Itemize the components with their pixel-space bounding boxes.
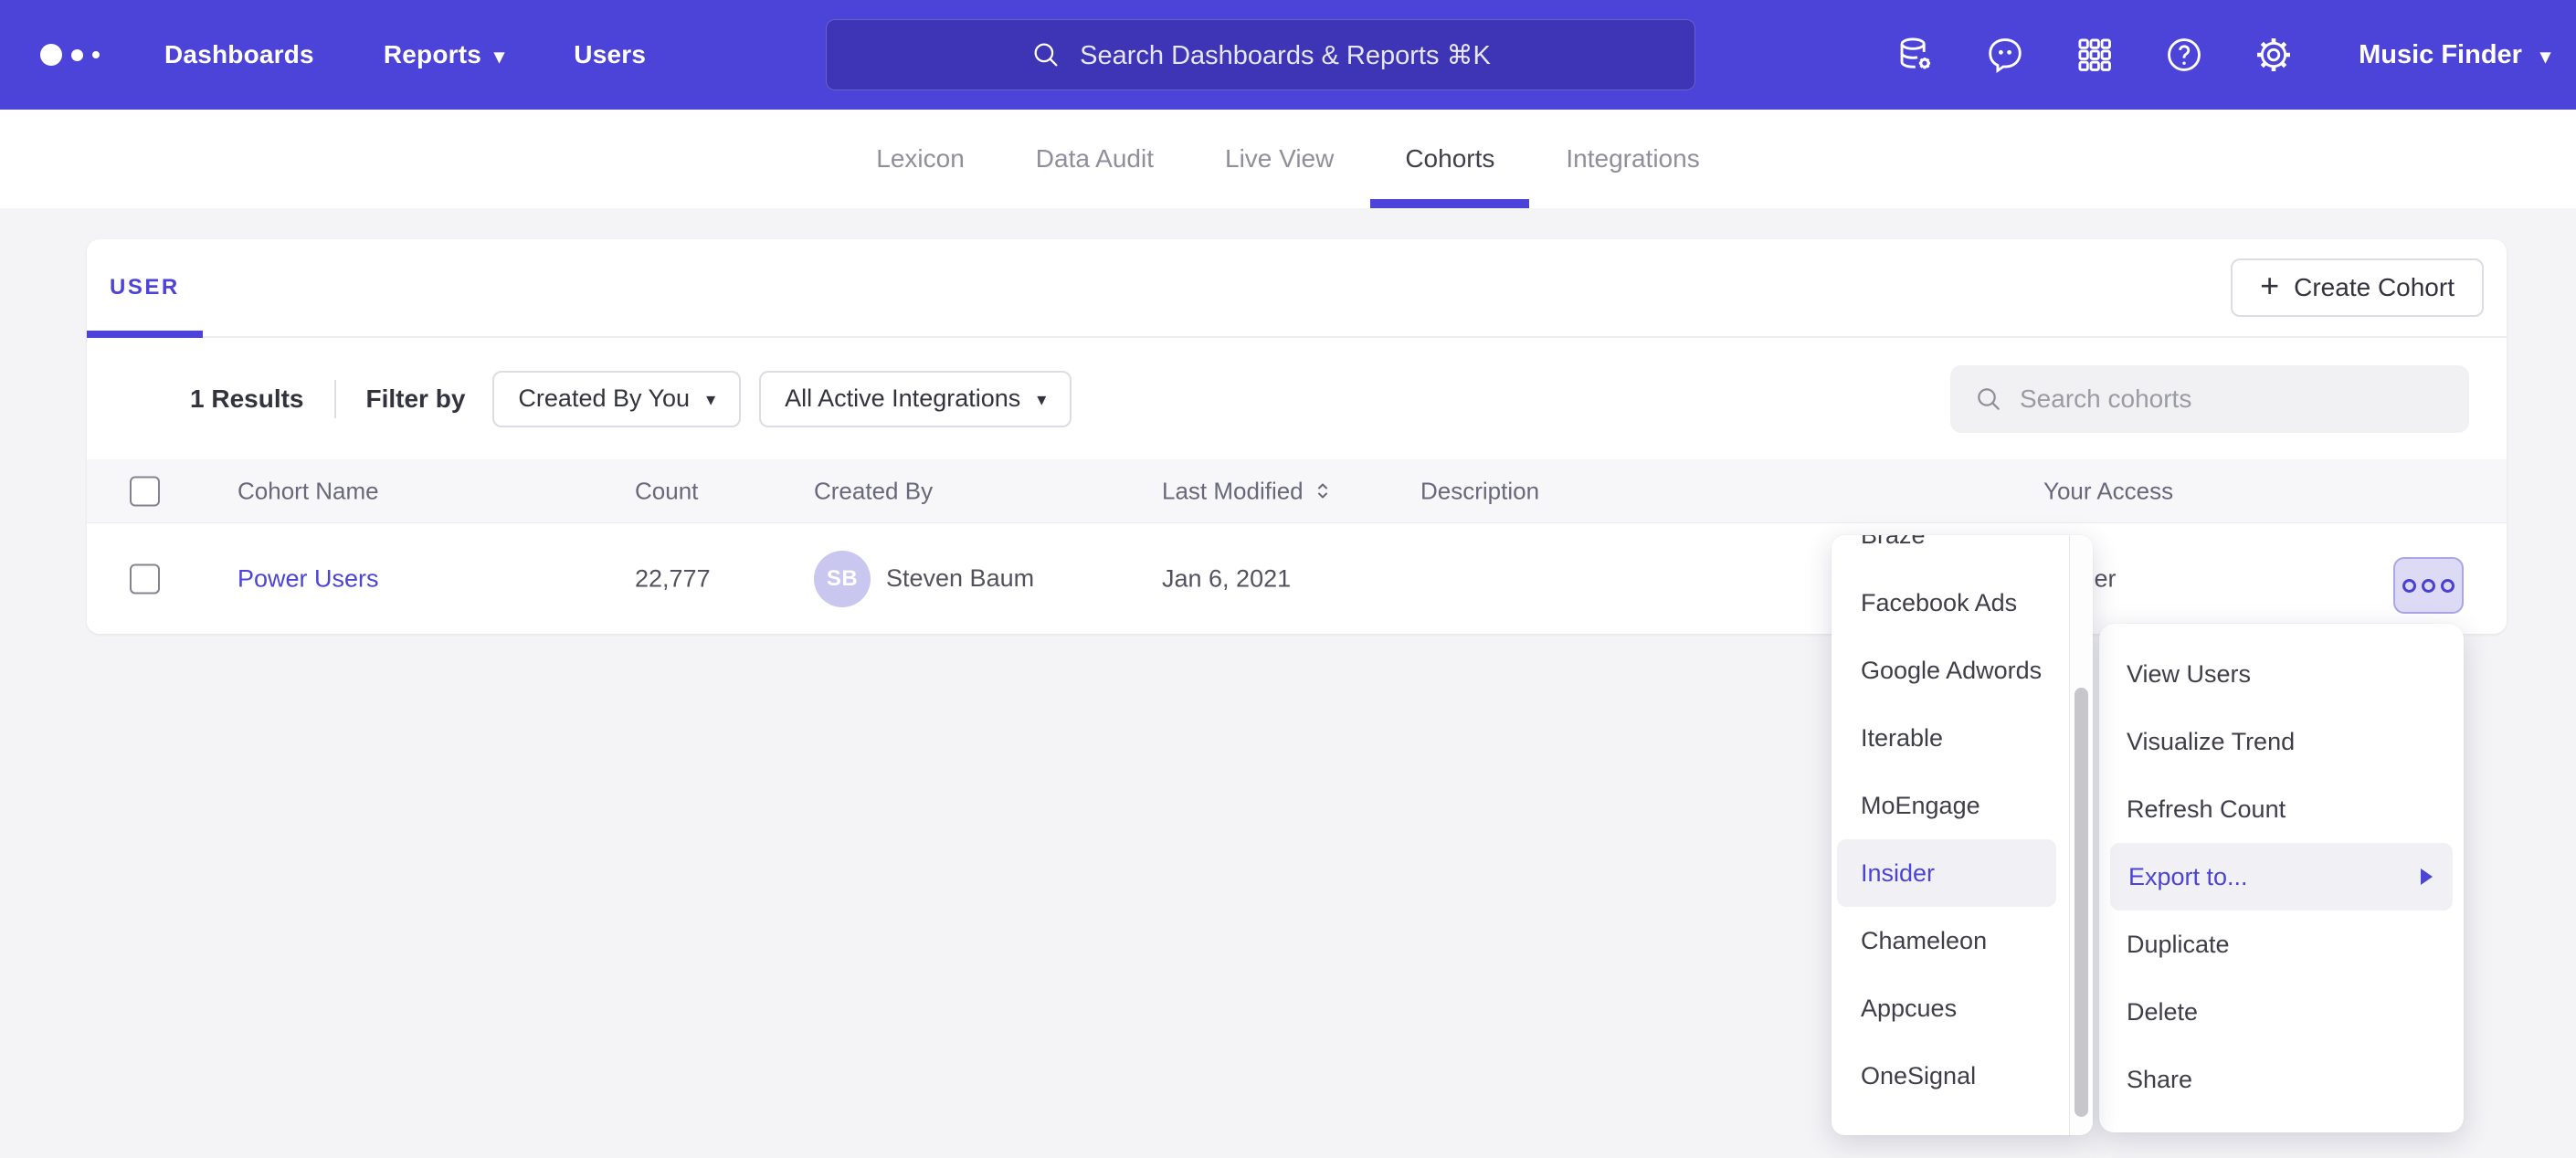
tab-user-cohorts[interactable]: USER	[87, 239, 203, 336]
row-checkbox[interactable]	[130, 563, 160, 594]
primary-nav: Dashboards Reports ▾ Users	[164, 40, 646, 69]
menu-item-onesignal[interactable]: OneSignal	[1832, 1042, 2069, 1110]
created-by-name: Steven Baum	[886, 564, 1034, 593]
chevron-down-icon: ▾	[706, 391, 715, 409]
nav-users[interactable]: Users	[574, 40, 646, 69]
cohort-type-tabs: USER + Create Cohort	[87, 239, 2507, 338]
chevron-down-icon: ▾	[2540, 47, 2550, 67]
plus-icon: +	[2260, 267, 2279, 305]
scrollbar-track	[2069, 535, 2093, 1135]
menu-item-delete[interactable]: Delete	[2099, 978, 2464, 1046]
cohort-count: 22,777	[635, 564, 711, 593]
divider	[334, 380, 336, 418]
tab-live-view[interactable]: Live View	[1225, 110, 1334, 208]
export-destinations-menu: Braze Facebook Ads Google Adwords Iterab…	[1832, 535, 2093, 1135]
menu-item-export-to[interactable]: Export to...	[2110, 843, 2453, 911]
column-last-modified[interactable]: Last Modified	[1162, 477, 1333, 505]
nav-reports-label: Reports	[384, 40, 481, 69]
column-count[interactable]: Count	[635, 477, 698, 505]
cohorts-card: USER + Create Cohort 1 Results Filter by…	[87, 239, 2507, 634]
chevron-down-icon: ▾	[1037, 391, 1046, 409]
column-cohort-name[interactable]: Cohort Name	[238, 477, 379, 505]
select-all-checkbox[interactable]	[130, 476, 160, 506]
export-destinations-list: Braze Facebook Ads Google Adwords Iterab…	[1832, 535, 2069, 1135]
project-tabs: Lexicon Data Audit Live View Cohorts Int…	[0, 110, 2576, 208]
search-cohorts-input[interactable]: Search cohorts	[1950, 365, 2469, 433]
avatar: SB	[814, 551, 871, 607]
filter-toolbar: 1 Results Filter by Created By You ▾ All…	[87, 338, 2507, 459]
created-by-filter-dropdown[interactable]: Created By You ▾	[492, 371, 741, 427]
top-nav-bar: Dashboards Reports ▾ Users Search Dashbo…	[0, 0, 2576, 110]
tab-cohorts[interactable]: Cohorts	[1405, 110, 1494, 208]
tab-integrations[interactable]: Integrations	[1566, 110, 1699, 208]
integrations-filter-value: All Active Integrations	[785, 384, 1020, 413]
export-to-label: Export to...	[2128, 863, 2248, 891]
filter-by-label: Filter by	[366, 384, 466, 414]
data-management-icon[interactable]	[1895, 34, 1937, 76]
row-more-actions-button[interactable]	[2393, 557, 2464, 614]
table-header: Cohort Name Count Created By Last Modifi…	[87, 459, 2507, 523]
cohort-actions-menu: View Users Visualize Trend Refresh Count…	[2099, 624, 2464, 1132]
menu-item-moengage[interactable]: MoEngage	[1832, 772, 2069, 839]
app: Dashboards Reports ▾ Users Search Dashbo…	[0, 0, 2576, 1158]
global-search-placeholder: Search Dashboards & Reports ⌘K	[1080, 39, 1491, 71]
cohort-name-link[interactable]: Power Users	[238, 564, 379, 593]
sort-icon[interactable]	[1313, 479, 1333, 504]
menu-item-view-users[interactable]: View Users	[2099, 640, 2464, 708]
global-search-input[interactable]: Search Dashboards & Reports ⌘K	[826, 19, 1695, 90]
menu-item-visualize-trend[interactable]: Visualize Trend	[2099, 708, 2464, 775]
project-name: Music Finder	[2359, 40, 2522, 70]
dot-icon	[2422, 579, 2435, 593]
created-by-filter-value: Created By You	[518, 384, 690, 413]
nav-reports[interactable]: Reports ▾	[384, 40, 504, 69]
topbar-actions: Music Finder ▾	[1895, 34, 2550, 76]
created-by-cell: SB Steven Baum	[814, 551, 1034, 607]
menu-item-google-adwords[interactable]: Google Adwords	[1832, 637, 2069, 704]
menu-item-insider[interactable]: Insider	[1837, 839, 2056, 907]
scrollbar-thumb[interactable]	[2075, 688, 2088, 1117]
menu-item-share[interactable]: Share	[2099, 1046, 2464, 1113]
column-created-by[interactable]: Created By	[814, 477, 933, 505]
search-cohorts-placeholder: Search cohorts	[2020, 384, 2191, 414]
menu-item-iterable[interactable]: Iterable	[1832, 704, 2069, 772]
feedback-icon[interactable]	[1984, 34, 2026, 76]
dot-icon	[2441, 579, 2455, 593]
menu-item-braze[interactable]: Braze	[1832, 535, 2069, 569]
menu-item-refresh-count[interactable]: Refresh Count	[2099, 775, 2464, 843]
table-row[interactable]: Power Users 22,777 SB Steven Baum Jan 6,…	[87, 523, 2507, 634]
apps-grid-icon[interactable]	[2074, 34, 2116, 76]
help-icon[interactable]	[2163, 34, 2205, 76]
dot-icon	[2402, 579, 2416, 593]
create-cohort-button[interactable]: + Create Cohort	[2231, 258, 2484, 317]
nav-dashboards[interactable]: Dashboards	[164, 40, 314, 69]
menu-item-chameleon[interactable]: Chameleon	[1832, 907, 2069, 974]
search-icon	[1974, 384, 2003, 414]
column-your-access[interactable]: Your Access	[2043, 477, 2173, 505]
column-description[interactable]: Description	[1420, 477, 1539, 505]
search-icon	[1030, 39, 1061, 70]
create-cohort-label: Create Cohort	[2294, 273, 2455, 302]
project-selector[interactable]: Music Finder ▾	[2359, 40, 2550, 70]
tab-lexicon[interactable]: Lexicon	[876, 110, 965, 208]
last-modified-cell: Jan 6, 2021	[1162, 564, 1291, 593]
mixpanel-logo-icon[interactable]	[40, 44, 141, 66]
chevron-down-icon: ▾	[494, 47, 504, 67]
integrations-filter-dropdown[interactable]: All Active Integrations ▾	[759, 371, 1072, 427]
menu-item-appcues[interactable]: Appcues	[1832, 974, 2069, 1042]
tab-data-audit[interactable]: Data Audit	[1036, 110, 1154, 208]
submenu-arrow-icon	[2421, 868, 2433, 885]
settings-gear-icon[interactable]	[2253, 34, 2295, 76]
column-last-modified-label: Last Modified	[1162, 477, 1304, 505]
menu-item-duplicate[interactable]: Duplicate	[2099, 911, 2464, 978]
menu-item-facebook-ads[interactable]: Facebook Ads	[1832, 569, 2069, 637]
results-count: 1 Results	[190, 384, 304, 414]
